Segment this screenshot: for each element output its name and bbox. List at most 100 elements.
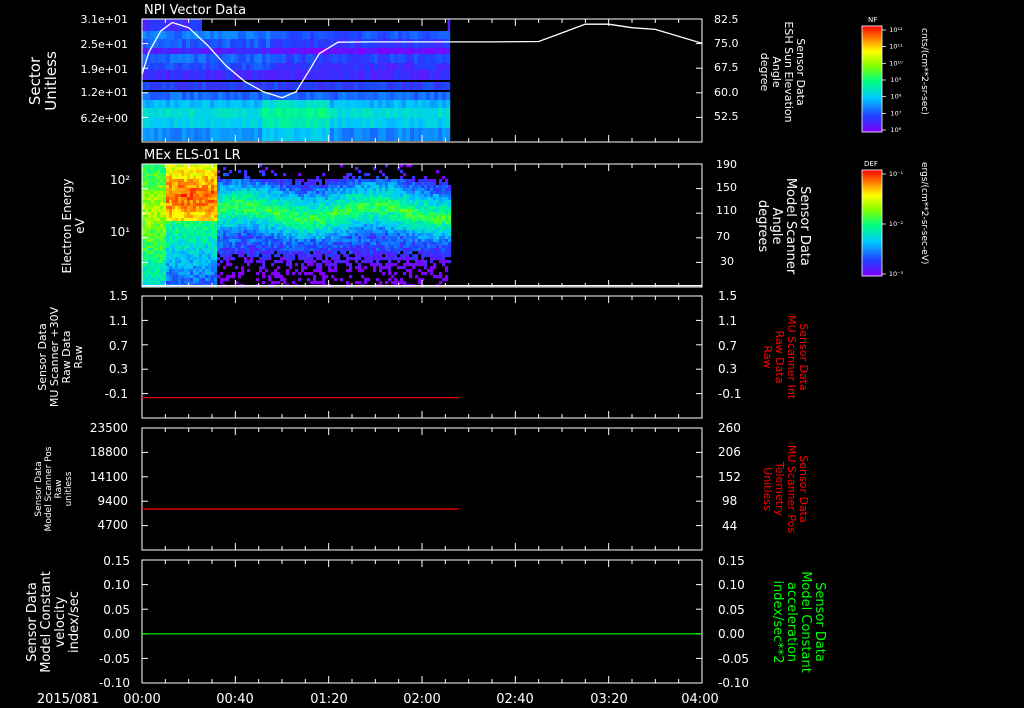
heatmap-cell: [271, 182, 275, 186]
heatmap-cell: [415, 215, 419, 219]
heatmap-cell: [385, 257, 389, 261]
heatmap-cell: [170, 39, 175, 48]
heatmap-cell: [268, 182, 272, 186]
heatmap-cell: [205, 188, 209, 192]
heatmap-cell: [382, 100, 387, 108]
heatmap-cell: [178, 197, 182, 201]
heatmap-cell: [364, 185, 368, 189]
heatmap-cell: [306, 108, 311, 118]
heatmap-cell: [307, 248, 311, 252]
heatmap-cell: [322, 203, 326, 207]
heatmap-cell: [418, 179, 422, 183]
heatmap-cell: [319, 182, 323, 186]
colorbar-tick-label: 10⁻¹: [889, 170, 904, 178]
heatmap-cell: [258, 108, 263, 118]
heatmap-cell: [242, 118, 247, 128]
heatmap-cell: [316, 227, 320, 231]
heatmap-cell: [262, 191, 266, 195]
heatmap-cell: [376, 215, 380, 219]
heatmap-cell: [190, 227, 194, 231]
heatmap-cell: [174, 108, 179, 118]
heatmap-cell: [142, 19, 147, 31]
heatmap-cell: [295, 269, 299, 273]
heatmap-cell: [355, 233, 359, 237]
heatmap-cell: [421, 209, 425, 213]
heatmap-cell: [307, 239, 311, 243]
heatmap-cell: [262, 54, 267, 63]
heatmap-cell: [355, 185, 359, 189]
heatmap-cell: [163, 245, 167, 249]
heatmap-cell: [370, 118, 375, 128]
heatmap-cell: [409, 242, 413, 246]
heatmap-cell: [409, 194, 413, 198]
heatmap-cell: [166, 118, 171, 128]
heatmap-cell: [193, 197, 197, 201]
axis-label-line: Model Constant: [39, 571, 54, 673]
heatmap-cell: [280, 182, 284, 186]
heatmap-cell: [259, 212, 263, 216]
axis-label-line: index/sec: [67, 591, 82, 653]
heatmap-cell: [202, 188, 206, 192]
heatmap-cell: [199, 278, 203, 282]
heatmap-cell: [181, 200, 185, 204]
heatmap-cell: [385, 194, 389, 198]
heatmap-cell: [172, 239, 176, 243]
heatmap-cell: [410, 128, 415, 141]
heatmap-cell: [307, 185, 311, 189]
heatmap-cell: [265, 167, 269, 171]
heatmap-cell: [436, 245, 440, 249]
heatmap-cell: [157, 173, 161, 177]
heatmap-cell: [412, 257, 416, 261]
heatmap-cell: [175, 185, 179, 189]
heatmap-cell: [244, 206, 248, 210]
heatmap-cell: [376, 176, 380, 180]
heatmap-cell: [358, 182, 362, 186]
heatmap-cell: [235, 185, 239, 189]
heatmap-cell: [325, 245, 329, 249]
heatmap-cell: [436, 185, 440, 189]
left-axis-label-npi: Sector Unitless: [26, 51, 60, 111]
heatmap-cell: [352, 188, 356, 192]
heatmap-cell: [214, 39, 219, 48]
heatmap-cell: [382, 206, 386, 210]
heatmap-cell: [256, 248, 260, 252]
heatmap-cell: [403, 221, 407, 225]
heatmap-cell: [184, 230, 188, 234]
heatmap-cell: [256, 221, 260, 225]
heatmap-cell: [439, 260, 443, 264]
heatmap-cell: [220, 215, 224, 219]
heatmap-cell: [199, 167, 203, 171]
heatmap-cell: [142, 100, 147, 108]
heatmap-cell: [439, 182, 443, 186]
heatmap-cell: [388, 278, 392, 282]
heatmap-cell: [289, 254, 293, 258]
heatmap-cell: [418, 281, 422, 285]
heatmap-cell: [302, 31, 307, 39]
heatmap-cell: [199, 185, 203, 189]
heatmap-cell: [241, 209, 245, 213]
heatmap-cell: [418, 188, 422, 192]
heatmap-cell: [446, 82, 451, 90]
heatmap-cell: [436, 233, 440, 237]
heatmap-cell: [403, 245, 407, 249]
heatmap-cell: [298, 182, 302, 186]
heatmap-cell: [355, 227, 359, 231]
heatmap-cell: [214, 218, 218, 222]
heatmap-cell: [313, 278, 317, 282]
heatmap-cell: [220, 185, 224, 189]
heatmap-cell: [286, 257, 290, 261]
heatmap-cell: [422, 92, 427, 100]
heatmap-cell: [319, 191, 323, 195]
axis-label-line: Unitless: [761, 467, 774, 511]
heatmap-cell: [385, 200, 389, 204]
heatmap-cell: [222, 82, 227, 90]
heatmap-cell: [187, 233, 191, 237]
heatmap-cell: [304, 260, 308, 264]
heatmap-cell: [277, 239, 281, 243]
heatmap-cell: [400, 176, 404, 180]
heatmap-cell: [223, 194, 227, 198]
heatmap-cell: [166, 167, 170, 171]
heatmap-cell: [394, 188, 398, 192]
heatmap-cell: [385, 263, 389, 267]
heatmap-cell: [298, 70, 303, 80]
